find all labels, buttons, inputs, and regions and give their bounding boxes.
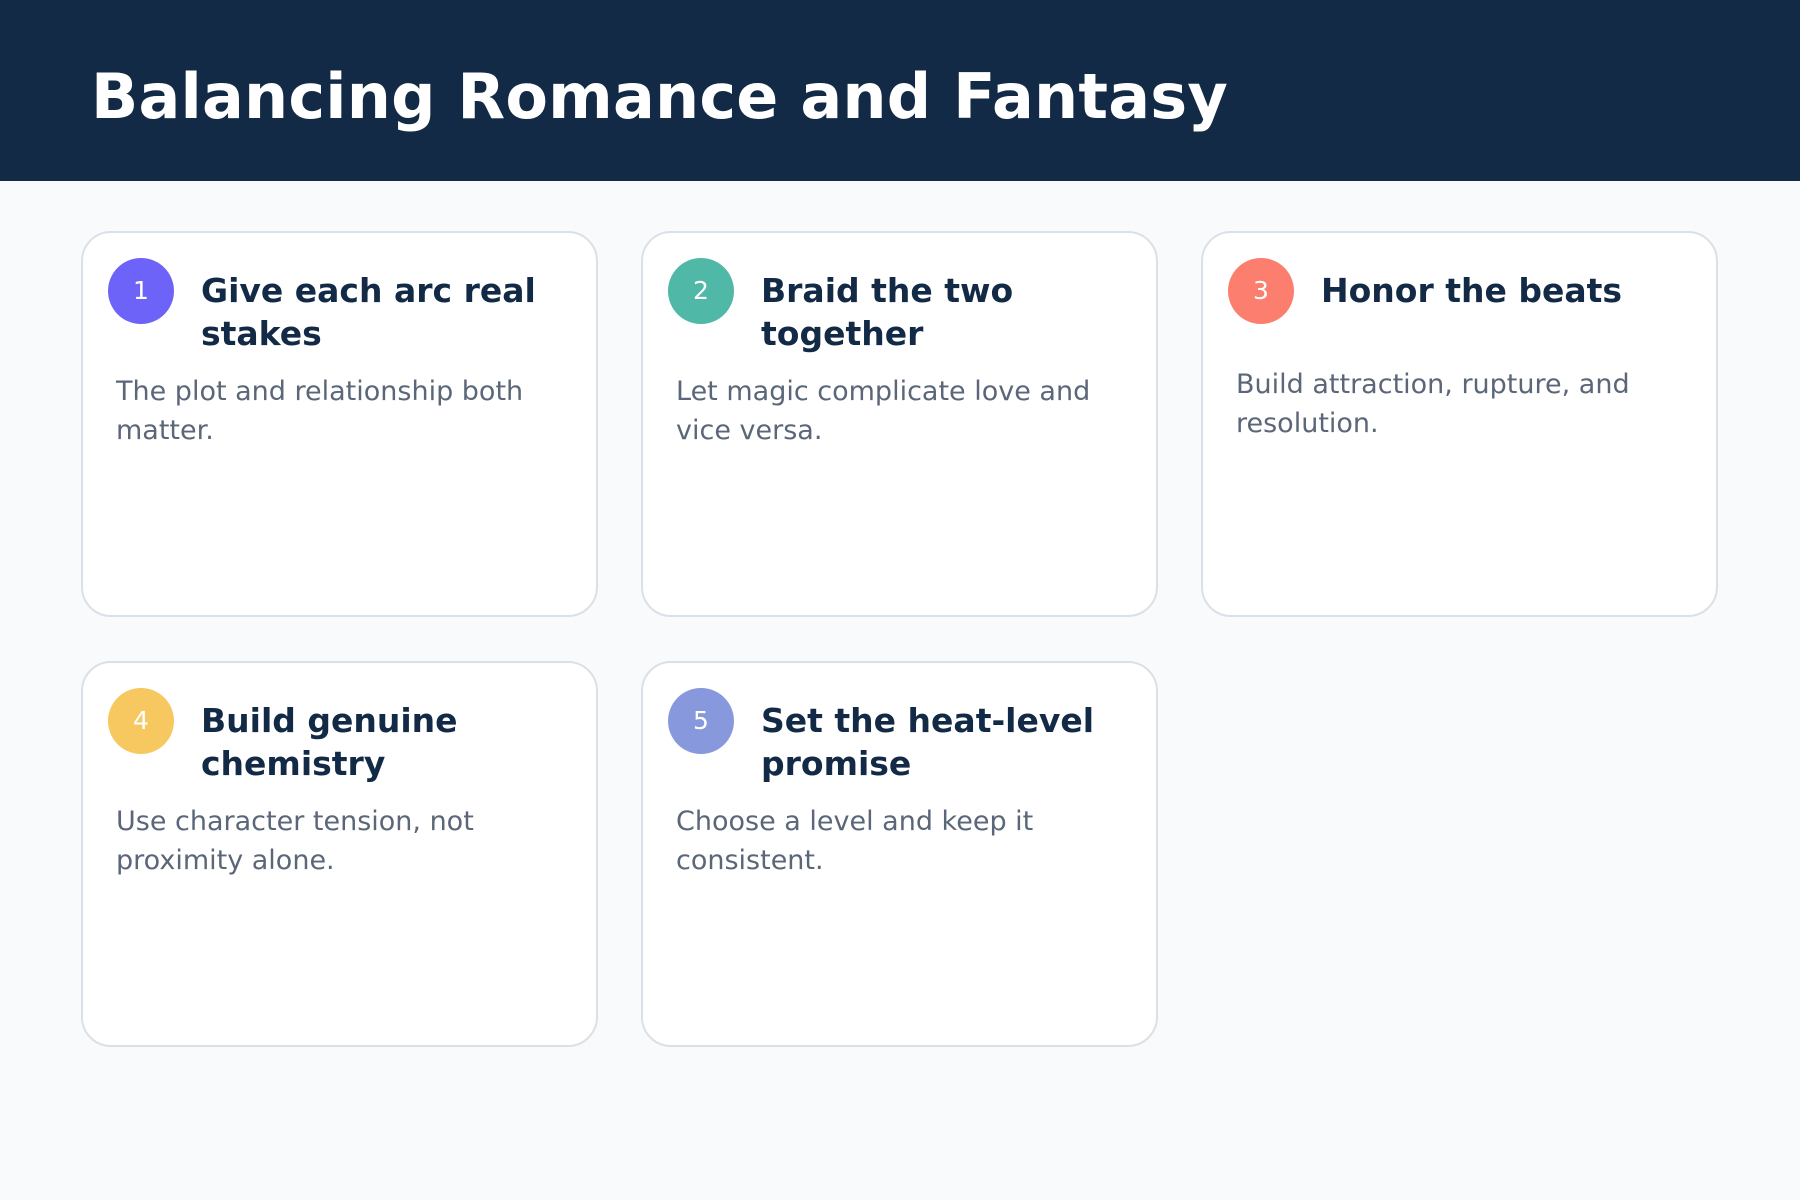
- card-title: Build genuine chemistry: [201, 701, 458, 783]
- number-badge: 3: [1228, 258, 1294, 324]
- tip-card-3: 3 Honor the beats Build attraction, rupt…: [1201, 231, 1718, 617]
- tip-card-4: 4 Build genuine chemistry Use character …: [81, 661, 598, 1047]
- number-badge: 5: [668, 688, 734, 754]
- number-badge: 4: [108, 688, 174, 754]
- tip-card-2: 2 Braid the two together Let magic compl…: [641, 231, 1158, 617]
- card-description: Build attraction, rupture, and resolutio…: [1236, 369, 1630, 439]
- card-title: Set the heat-level promise: [761, 701, 1095, 783]
- tip-card-5: 5 Set the heat-level promise Choose a le…: [641, 661, 1158, 1047]
- number-badge: 1: [108, 258, 174, 324]
- card-title: Honor the beats: [1321, 271, 1623, 310]
- card-title: Give each arc real stakes: [201, 271, 536, 353]
- header-banner: Balancing Romance and Fantasy: [0, 0, 1800, 181]
- page-title: Balancing Romance and Fantasy: [91, 60, 1228, 133]
- tip-card-1: 1 Give each arc real stakes The plot and…: [81, 231, 598, 617]
- card-description: Let magic complicate love and vice versa…: [676, 376, 1091, 446]
- card-description: The plot and relationship both matter.: [116, 376, 524, 446]
- card-title: Braid the two together: [761, 271, 1014, 353]
- card-description: Choose a level and keep it consistent.: [676, 806, 1034, 876]
- card-description: Use character tension, not proximity alo…: [116, 806, 474, 876]
- number-badge: 2: [668, 258, 734, 324]
